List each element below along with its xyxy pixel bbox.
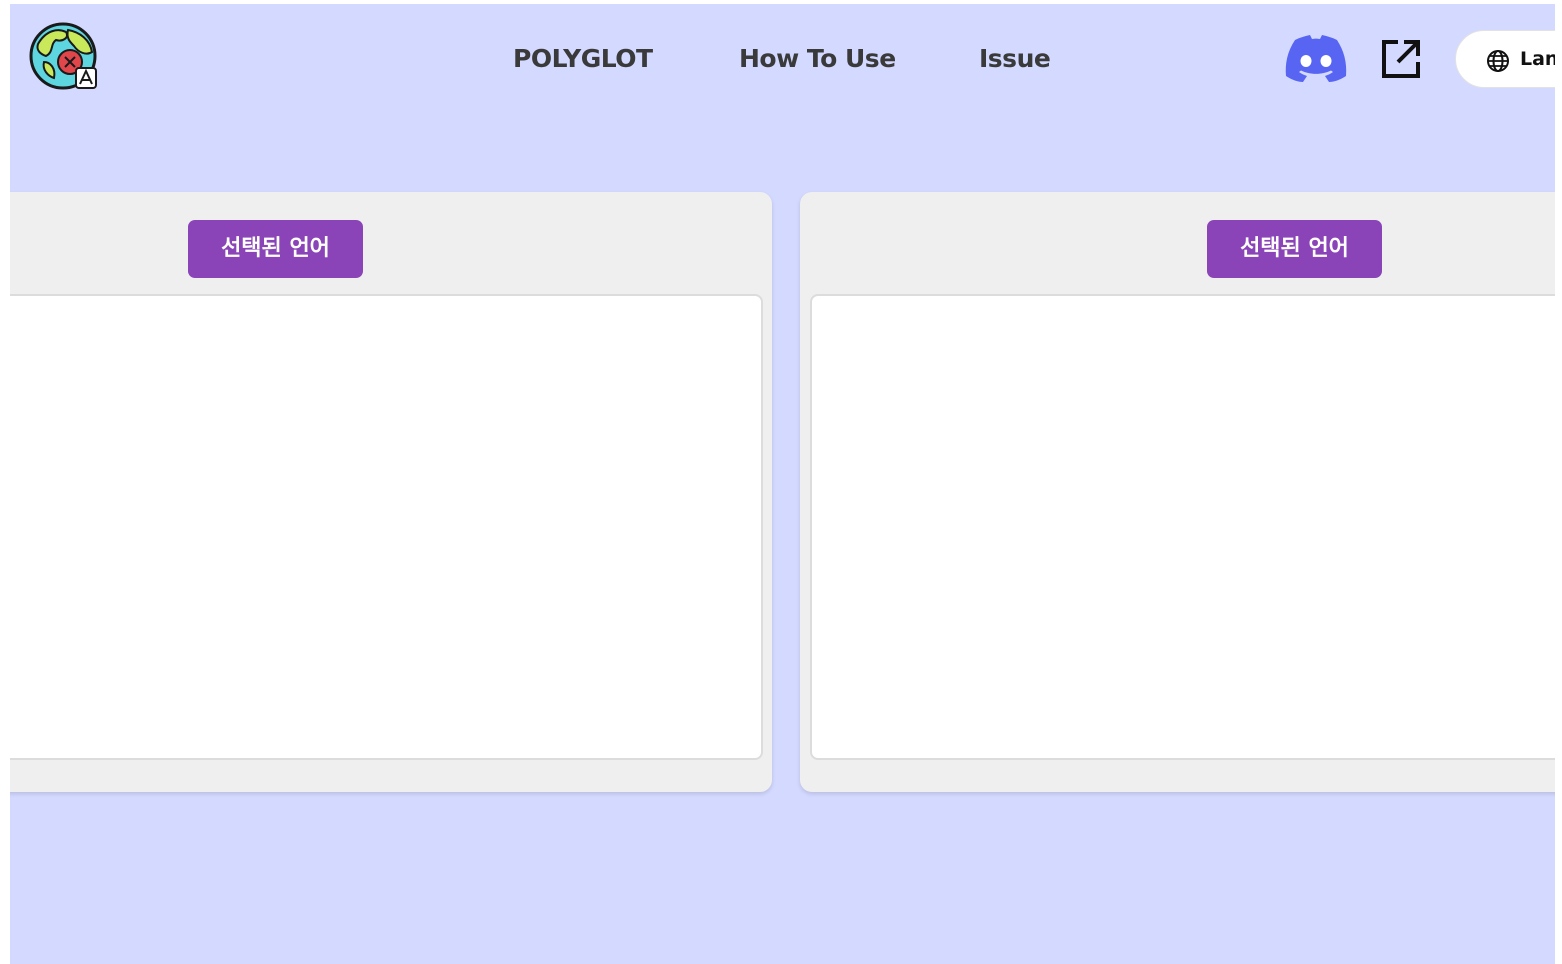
nav-link-how-to-use[interactable]: How To Use	[739, 44, 896, 73]
globe-icon	[1486, 49, 1510, 73]
target-language-select-button[interactable]: 선택된 언어	[1207, 220, 1382, 278]
source-language-select-button[interactable]: 선택된 언어	[188, 220, 363, 278]
nav-link-issue[interactable]: Issue	[979, 44, 1051, 73]
nav-link-polyglot[interactable]: POLYGLOT	[513, 44, 653, 73]
source-panel: 선택된 언어	[10, 192, 772, 792]
target-text-output[interactable]	[810, 294, 1555, 760]
app-frame: POLYGLOT How To Use Issue Lang 선택된 언어	[10, 4, 1555, 964]
source-text-input[interactable]	[10, 294, 763, 760]
language-button[interactable]: Lang	[1455, 30, 1555, 88]
language-button-label: Lang	[1520, 48, 1555, 70]
globe-translate-logo-icon[interactable]	[28, 22, 100, 94]
target-panel: 선택된 언어	[800, 192, 1555, 792]
discord-icon[interactable]	[1285, 34, 1347, 82]
external-link-icon[interactable]	[1380, 38, 1422, 80]
